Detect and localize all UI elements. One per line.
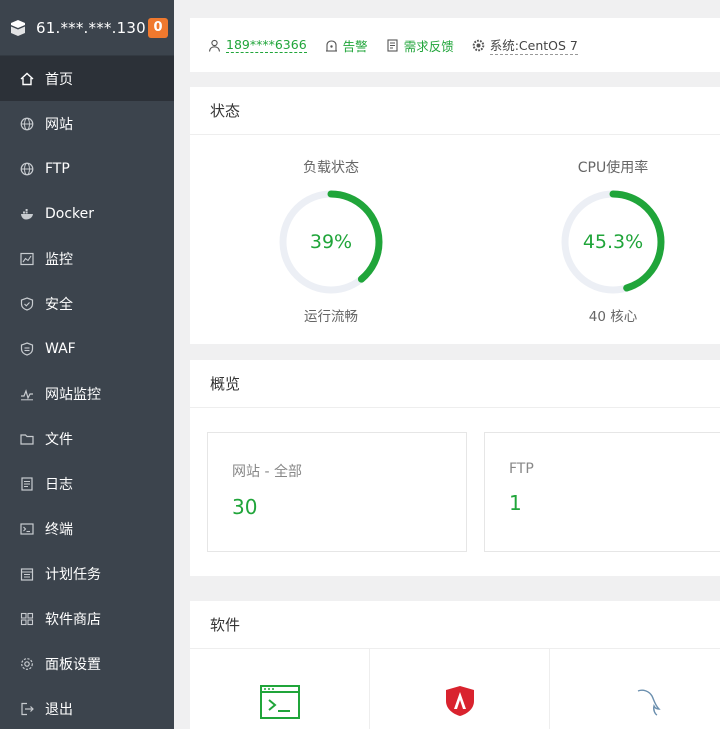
server-header: 61.***.***.130 0 bbox=[0, 0, 174, 56]
system-label-text: 系统: bbox=[489, 38, 519, 53]
sidebar-item-label: WAF bbox=[45, 340, 76, 357]
user-account-link[interactable]: 189****6366 bbox=[208, 37, 307, 53]
alarm-link[interactable]: 告警 bbox=[325, 36, 368, 55]
notification-badge[interactable]: 0 bbox=[148, 17, 168, 38]
sidebar-item-ftp[interactable]: FTP bbox=[0, 146, 174, 191]
sidebar-item-label: 文件 bbox=[45, 431, 73, 448]
log-icon bbox=[20, 476, 34, 491]
mysql-dolphin-icon bbox=[637, 689, 661, 716]
red-shield-app-icon bbox=[445, 686, 474, 716]
sidebar-nav: 首页 网站 FTP Docker 监控 安全 WAF 网站监控 文件 日志 终端… bbox=[0, 56, 174, 729]
wave-icon bbox=[20, 387, 34, 401]
gear-icon bbox=[20, 657, 34, 671]
system-gear-icon bbox=[472, 39, 485, 51]
sidebar-item-label: 软件商店 bbox=[45, 611, 101, 628]
cpu-ring: 45.3% bbox=[558, 187, 668, 297]
monitor-chart-icon bbox=[20, 252, 34, 266]
software-title: 软件 bbox=[190, 601, 720, 649]
sidebar-item-logout[interactable]: 退出 bbox=[0, 686, 174, 729]
calendar-icon bbox=[20, 567, 34, 581]
software-item-mysql[interactable] bbox=[550, 649, 720, 729]
cpu-value: 45.3% bbox=[582, 231, 644, 253]
user-phone: 189****6366 bbox=[226, 37, 307, 53]
sidebar-item-monitor[interactable]: 监控 bbox=[0, 236, 174, 281]
terminal-icon bbox=[20, 522, 34, 536]
sidebar-item-files[interactable]: 文件 bbox=[0, 416, 174, 461]
sidebar-item-label: 安全 bbox=[45, 296, 73, 313]
server-logo-icon bbox=[8, 18, 28, 38]
sidebar-item-store[interactable]: 软件商店 bbox=[0, 596, 174, 641]
status-panel: 状态 负载状态 39% 运行流畅 CPU使用率 45.3% 40 核心 bbox=[190, 87, 720, 344]
terminal-app-icon bbox=[259, 685, 300, 719]
load-value: 39% bbox=[309, 231, 353, 253]
cpu-cores-text: 40 核心 bbox=[588, 309, 638, 325]
sidebar-item-label: 日志 bbox=[45, 476, 73, 493]
overview-card-value[interactable]: 1 bbox=[509, 491, 720, 515]
sidebar-item-label: FTP bbox=[45, 160, 70, 177]
overview-title: 概览 bbox=[190, 360, 720, 408]
sidebar-item-docker[interactable]: Docker bbox=[0, 191, 174, 236]
sidebar-item-site-monitor[interactable]: 网站监控 bbox=[0, 371, 174, 416]
sidebar-item-label: Docker bbox=[45, 205, 95, 222]
status-title: 状态 bbox=[190, 87, 720, 135]
feedback-link[interactable]: 需求反馈 bbox=[386, 36, 454, 55]
sidebar-item-label: 终端 bbox=[45, 521, 73, 538]
overview-panel: 概览 网站 - 全部 30 FTP 1 bbox=[190, 360, 720, 576]
sidebar-item-label: 网站监控 bbox=[45, 386, 101, 403]
sidebar: 61.***.***.130 0 首页 网站 FTP Docker 监控 安全 bbox=[0, 0, 174, 729]
sidebar-item-label: 面板设置 bbox=[45, 656, 101, 673]
software-panel: 软件 bbox=[190, 601, 720, 729]
logout-icon bbox=[20, 702, 34, 716]
home-icon bbox=[20, 72, 34, 86]
globe-icon bbox=[20, 117, 34, 131]
sidebar-item-label: 监控 bbox=[45, 251, 73, 268]
sidebar-item-security[interactable]: 安全 bbox=[0, 281, 174, 326]
load-ring: 39% bbox=[276, 187, 386, 297]
grid-icon bbox=[20, 612, 34, 626]
overview-card-label: FTP bbox=[509, 461, 534, 477]
folder-icon bbox=[20, 432, 34, 446]
sidebar-item-label: 首页 bbox=[45, 71, 73, 88]
server-ip: 61.***.***.130 bbox=[36, 18, 146, 37]
feedback-label: 需求反馈 bbox=[403, 38, 454, 54]
overview-card-ftp[interactable]: FTP 1 bbox=[484, 432, 720, 552]
overview-card-websites[interactable]: 网站 - 全部 30 bbox=[207, 432, 467, 552]
load-gauge-title: 负载状态 bbox=[303, 160, 359, 176]
sidebar-item-logs[interactable]: 日志 bbox=[0, 461, 174, 506]
load-gauge[interactable]: 负载状态 39% 运行流畅 bbox=[261, 135, 401, 325]
top-info-bar: 189****6366 告警 需求反馈 系统:CentOS 7 bbox=[190, 18, 720, 72]
sidebar-item-cron[interactable]: 计划任务 bbox=[0, 551, 174, 596]
sidebar-item-label: 计划任务 bbox=[45, 566, 101, 583]
cpu-gauge[interactable]: CPU使用率 45.3% 40 核心 bbox=[543, 135, 683, 325]
shield-icon bbox=[20, 341, 34, 356]
system-value: CentOS 7 bbox=[518, 38, 578, 53]
load-status-text: 运行流畅 bbox=[304, 309, 358, 325]
system-label: 系统:CentOS 7 bbox=[489, 35, 578, 55]
software-list bbox=[190, 649, 720, 729]
alarm-label: 告警 bbox=[342, 38, 368, 54]
overview-card-label: 网站 - 全部 bbox=[232, 464, 302, 480]
sidebar-item-settings[interactable]: 面板设置 bbox=[0, 641, 174, 686]
sidebar-item-website[interactable]: 网站 bbox=[0, 101, 174, 146]
sidebar-item-home[interactable]: 首页 bbox=[0, 56, 174, 101]
user-icon bbox=[208, 39, 221, 52]
docker-icon bbox=[20, 207, 34, 221]
sidebar-item-label: 网站 bbox=[45, 116, 73, 133]
feedback-icon bbox=[387, 38, 398, 52]
cpu-gauge-title: CPU使用率 bbox=[577, 160, 649, 176]
overview-card-value[interactable]: 30 bbox=[232, 495, 466, 519]
alarm-icon bbox=[325, 39, 337, 52]
sidebar-item-label: 退出 bbox=[45, 701, 73, 718]
system-info: 系统:CentOS 7 bbox=[472, 35, 578, 55]
sidebar-item-terminal[interactable]: 终端 bbox=[0, 506, 174, 551]
globe-icon bbox=[20, 162, 34, 176]
sidebar-item-waf[interactable]: WAF bbox=[0, 326, 174, 371]
software-item-apache[interactable] bbox=[370, 649, 550, 729]
software-item-terminal[interactable] bbox=[190, 649, 370, 729]
shield-icon bbox=[20, 296, 34, 311]
